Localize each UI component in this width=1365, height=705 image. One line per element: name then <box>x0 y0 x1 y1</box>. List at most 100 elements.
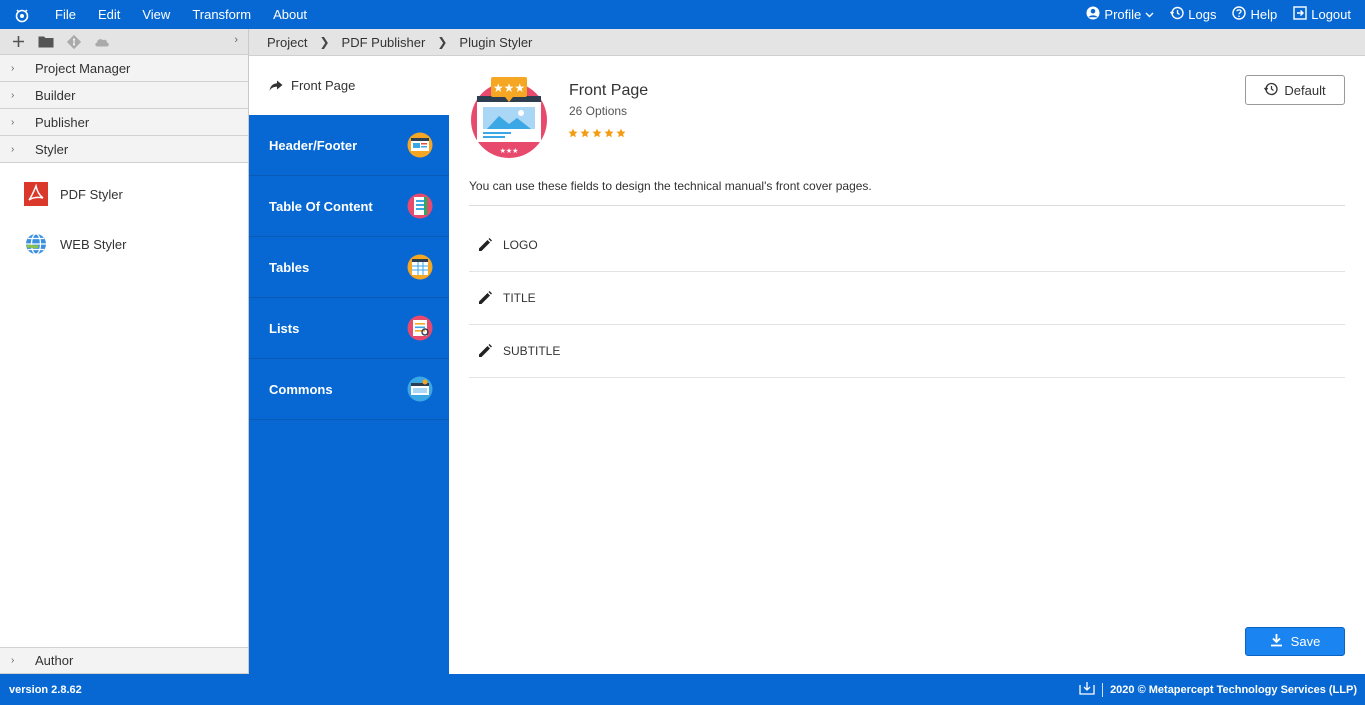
top-menubar: File Edit View Transform About Profile L… <box>0 0 1365 29</box>
copyright-label: 2020 © Metapercept Technology Services (… <box>1110 683 1357 696</box>
pencil-icon <box>477 343 493 359</box>
pencil-icon <box>477 290 493 306</box>
svg-text:★★★: ★★★ <box>500 147 519 155</box>
lists-icon <box>407 315 433 341</box>
breadcrumb-item[interactable]: PDF Publisher <box>342 35 426 50</box>
default-button[interactable]: Default <box>1245 75 1345 105</box>
star-icon <box>604 126 614 141</box>
section-builder[interactable]: › Builder <box>0 82 248 109</box>
default-label: Default <box>1284 82 1326 98</box>
profile-menu[interactable]: Profile <box>1078 6 1162 23</box>
options-count: 26 Options <box>569 104 628 118</box>
styler-label: WEB Styler <box>60 236 127 252</box>
plus-icon[interactable] <box>10 34 26 50</box>
breadcrumb: Project ❯ PDF Publisher ❯ Plugin Styler <box>249 29 1365 56</box>
menubar-right: Profile Logs Help Logout <box>1078 6 1365 23</box>
header-footer-icon <box>407 132 433 158</box>
category-label: Front Page <box>291 78 356 93</box>
section-label: Project Manager <box>35 60 131 76</box>
chevron-right-icon: › <box>11 89 15 101</box>
logs-link[interactable]: Logs <box>1162 6 1224 23</box>
styler-item-web[interactable]: WEB Styler <box>0 219 248 269</box>
category-label: Header/Footer <box>269 137 358 153</box>
field-row-title[interactable]: TITLE <box>469 272 1345 325</box>
globe-icon <box>24 232 48 256</box>
chevron-down-icon <box>1145 7 1154 22</box>
field-row-subtitle[interactable]: SUBTITLE <box>469 325 1345 378</box>
category-header-footer[interactable]: Header/Footer <box>249 115 449 176</box>
section-author[interactable]: › Author <box>0 647 248 674</box>
breadcrumb-item[interactable]: Project <box>267 35 307 50</box>
menu-file[interactable]: File <box>44 0 87 29</box>
star-icon <box>592 126 602 141</box>
menu-view[interactable]: View <box>131 0 181 29</box>
category-tables[interactable]: Tables <box>249 237 449 298</box>
divider <box>469 205 1345 206</box>
git-icon[interactable] <box>66 34 82 50</box>
chevron-right-icon: › <box>11 62 15 74</box>
star-icon <box>568 126 578 141</box>
category-panel: Front Page Header/Footer Table Of Conten… <box>249 56 449 674</box>
section-project-manager[interactable]: › Project Manager <box>0 55 248 82</box>
category-label: Lists <box>269 320 300 336</box>
main-content: ★★★ ★★★ Front Page 26 Options Default Yo… <box>449 56 1365 674</box>
styler-label: PDF Styler <box>60 186 123 202</box>
tables-icon <box>407 254 433 280</box>
user-circle-icon <box>1086 6 1100 23</box>
section-label: Builder <box>35 87 76 103</box>
status-footer: version 2.8.62 2020 © Metapercept Techno… <box>0 674 1365 705</box>
category-table-of-content[interactable]: Table Of Content <box>249 176 449 237</box>
save-button[interactable]: Save <box>1245 627 1345 656</box>
help-link[interactable]: Help <box>1224 6 1285 23</box>
logout-label: Logout <box>1311 7 1351 22</box>
download-icon <box>1270 633 1283 650</box>
breadcrumb-item[interactable]: Plugin Styler <box>459 35 532 50</box>
category-label: Table Of Content <box>269 198 373 214</box>
section-styler[interactable]: › Styler <box>0 136 248 163</box>
styler-list: PDF Styler WEB Styler <box>0 163 248 269</box>
collapse-chevron-icon[interactable]: › <box>234 34 238 46</box>
toc-icon <box>407 193 433 219</box>
logs-label: Logs <box>1188 7 1217 22</box>
profile-label: Profile <box>1104 7 1142 22</box>
category-front-page[interactable]: Front Page <box>249 56 449 115</box>
rating-stars <box>568 126 626 141</box>
logout-link[interactable]: Logout <box>1285 6 1359 23</box>
star-icon <box>616 126 626 141</box>
category-label: Commons <box>269 381 333 397</box>
version-label: version 2.8.62 <box>9 683 82 696</box>
restore-history-icon <box>1264 82 1279 99</box>
help-label: Help <box>1250 7 1278 22</box>
menu-transform[interactable]: Transform <box>181 0 262 29</box>
cloud-icon[interactable] <box>94 34 110 50</box>
category-commons[interactable]: Commons <box>249 359 449 420</box>
share-arrow-icon <box>269 80 283 92</box>
page-title: Front Page <box>569 82 649 99</box>
styler-item-pdf[interactable]: PDF Styler <box>0 169 248 219</box>
chevron-right-icon: ❯ <box>319 35 330 49</box>
logout-icon <box>1293 6 1307 23</box>
divider <box>1102 682 1104 697</box>
pdf-icon <box>24 182 48 206</box>
download-box-icon[interactable] <box>1079 681 1095 698</box>
menu-edit[interactable]: Edit <box>87 0 131 29</box>
app-logo-icon[interactable] <box>0 0 44 29</box>
field-label: LOGO <box>503 238 538 252</box>
footer-right: 2020 © Metapercept Technology Services (… <box>1079 681 1357 698</box>
chevron-right-icon: ❯ <box>437 35 448 49</box>
chevron-right-icon: › <box>11 143 15 155</box>
commons-icon <box>407 376 433 402</box>
folder-icon[interactable] <box>38 34 54 50</box>
svg-text:★★★: ★★★ <box>493 81 525 95</box>
page-description: You can use these fields to design the t… <box>469 179 872 193</box>
field-row-logo[interactable]: LOGO <box>469 219 1345 272</box>
field-label: TITLE <box>503 291 536 305</box>
sidebar-toolbar: › <box>0 29 248 55</box>
chevron-right-icon: › <box>11 655 15 666</box>
pencil-icon <box>477 237 493 253</box>
chevron-right-icon: › <box>11 116 15 128</box>
field-label: SUBTITLE <box>503 344 561 358</box>
section-publisher[interactable]: › Publisher <box>0 109 248 136</box>
menu-about[interactable]: About <box>262 0 318 29</box>
category-lists[interactable]: Lists <box>249 298 449 359</box>
